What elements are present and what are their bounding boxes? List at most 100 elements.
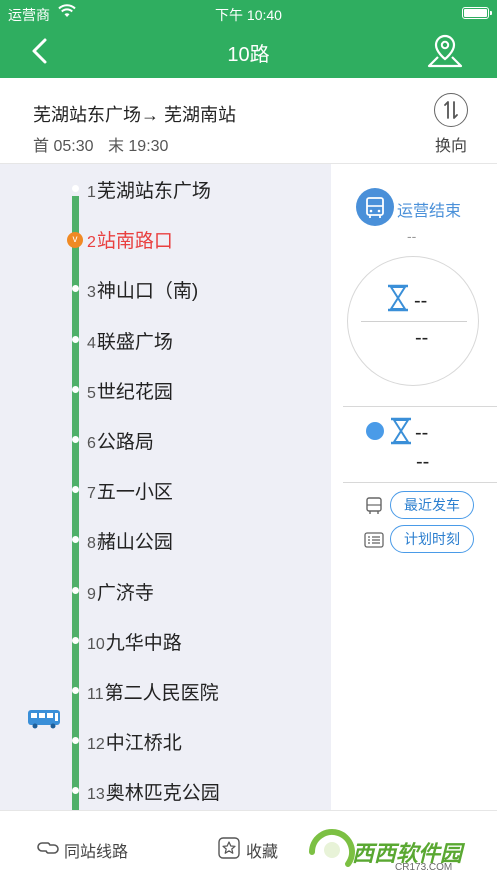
stop-label: 11第二人民医院 <box>87 678 219 705</box>
bus-station-icon <box>356 188 394 226</box>
stop-number: 10 <box>87 635 105 653</box>
stop-name: 五一小区 <box>96 482 173 504</box>
panel-pointer <box>321 229 331 249</box>
stop-number: 5 <box>87 384 96 402</box>
stop-label: 5世纪花园 <box>87 377 173 404</box>
stop-number: 8 <box>87 535 96 553</box>
schedule-button[interactable]: 计划时刻 <box>390 525 474 553</box>
hourglass-icon <box>388 284 408 312</box>
stop-dot <box>72 636 79 644</box>
eta-primary: -- <box>414 290 428 312</box>
battery-icon <box>462 7 492 19</box>
status-bar: 运营商 下午 10:40 <box>0 0 497 26</box>
stop-label: 6公路局 <box>87 427 154 454</box>
stop-dot <box>72 787 79 795</box>
stop-item[interactable]: 8赭山公园 <box>0 515 331 565</box>
stop-dot <box>72 385 79 393</box>
bus-outline-icon <box>366 497 382 514</box>
reverse-direction-button[interactable]: 换向 <box>431 93 471 156</box>
stop-label: 10九华中路 <box>87 628 182 655</box>
stop-number: 6 <box>87 435 96 452</box>
stop-number: 3 <box>87 284 96 302</box>
divider <box>343 482 497 483</box>
stop-dot <box>72 536 79 544</box>
recent-departure-row: 最近发车 <box>364 491 497 521</box>
eta-next-sub: -- <box>416 451 430 473</box>
stop-number: 11 <box>87 686 104 703</box>
stop-label: 2站南路口 <box>87 226 173 253</box>
reverse-label: 换向 <box>434 138 467 155</box>
stop-name: 中江桥北 <box>105 733 182 755</box>
stop-number: 9 <box>87 585 96 603</box>
schedule-row: 计划时刻 <box>364 525 497 555</box>
stop-label: 4联盛广场 <box>87 327 173 354</box>
stop-dot <box>72 486 79 494</box>
service-sub: -- <box>407 228 417 244</box>
eta-divider <box>361 321 467 322</box>
stop-dot <box>72 737 79 745</box>
link-icon <box>37 842 59 854</box>
stop-dot <box>72 185 79 192</box>
stop-number: 13 <box>87 786 105 804</box>
stop-item[interactable]: 2站南路口 <box>0 214 331 264</box>
stop-label: 8赭山公园 <box>87 527 173 554</box>
stop-dot <box>72 335 79 343</box>
stop-name: 第二人民医院 <box>104 683 219 704</box>
stop-item[interactable]: 7五一小区 <box>0 465 331 515</box>
divider <box>343 406 497 407</box>
stop-item[interactable]: 1芜湖站东广场 <box>0 164 331 214</box>
route-times: 首 05:30 末 19:30 <box>33 132 178 156</box>
stop-name: 公路局 <box>96 432 154 453</box>
first-bus-time: 首 05:30 <box>33 138 94 155</box>
route-direction: 芜湖站东广场→ 芜湖南站 <box>33 105 236 125</box>
stop-label: 13奥林匹克公园 <box>87 778 220 805</box>
stop-number: 4 <box>87 334 96 352</box>
favorite-label: 收藏 <box>246 844 279 861</box>
stop-dot <box>72 687 79 694</box>
recent-departure-button[interactable]: 最近发车 <box>390 491 474 519</box>
stop-name: 九华中路 <box>105 632 182 654</box>
stop-name: 神山口（南) <box>96 281 199 303</box>
stop-label: 7五一小区 <box>87 477 173 504</box>
stop-item[interactable]: 10九华中路 <box>0 616 331 666</box>
stop-name: 芜湖站东广场 <box>96 181 211 202</box>
stop-item[interactable]: 9广济寺 <box>0 566 331 616</box>
swap-icon <box>434 93 468 127</box>
stop-label: 12中江桥北 <box>87 728 182 755</box>
same-station-label: 同站线路 <box>64 844 129 861</box>
eta-next: -- <box>415 422 429 444</box>
hourglass-icon <box>391 417 411 445</box>
stop-item[interactable]: 6公路局 <box>0 415 331 465</box>
stop-number: 7 <box>87 485 96 503</box>
watermark-url: CR173.COM <box>395 862 453 873</box>
map-pin-icon[interactable] <box>426 33 464 69</box>
stop-dot <box>72 586 79 594</box>
next-bus-dot <box>366 422 384 440</box>
service-status: 运营结束 <box>397 203 462 220</box>
stop-number: 1 <box>87 184 96 201</box>
route-info: 芜湖站东广场→ 芜湖南站 首 05:30 末 19:30 换向 <box>0 78 497 164</box>
stop-item[interactable]: 5世纪花园 <box>0 365 331 415</box>
stop-item[interactable]: 4联盛广场 <box>0 315 331 365</box>
stop-label: 9广济寺 <box>87 578 154 605</box>
stop-item[interactable]: 3神山口（南) <box>0 264 331 314</box>
stop-name: 联盛广场 <box>96 331 173 353</box>
list-icon <box>364 532 384 548</box>
stop-name: 广济寺 <box>96 582 154 604</box>
bus-icon <box>28 710 60 729</box>
arrival-panel: 运营结束 -- -- -- -- -- 最近发车 计划时刻 <box>331 164 497 810</box>
stop-name: 赭山公园 <box>96 532 173 554</box>
stop-number: 12 <box>87 736 105 754</box>
stop-name: 世纪花园 <box>96 381 173 403</box>
clock: 下午 10:40 <box>215 7 282 23</box>
stop-item[interactable]: 13奥林匹克公园 <box>0 766 331 810</box>
stop-dot <box>72 436 79 443</box>
stops-list: 1芜湖站东广场 2站南路口 3神山口（南) 4联盛广场 5世纪花园 6公路局 7五一小区 8赭… <box>0 164 331 810</box>
page-title: 10路 <box>227 44 270 66</box>
stop-number: 2 <box>87 234 96 252</box>
last-bus-time: 末 19:30 <box>107 138 169 155</box>
eta-primary-sub: -- <box>415 327 429 349</box>
stop-name: 站南路口 <box>96 231 173 253</box>
current-stop-marker: v <box>67 232 83 248</box>
stop-dot <box>72 285 79 293</box>
